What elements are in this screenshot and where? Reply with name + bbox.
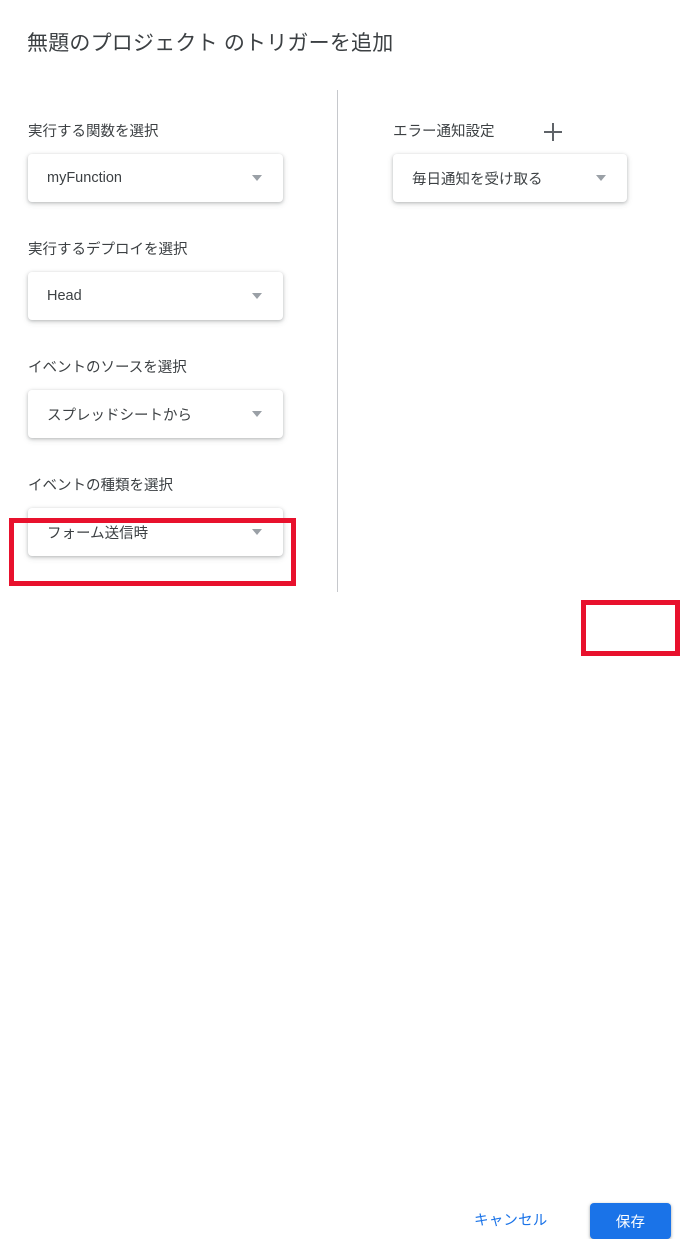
chevron-down-icon[interactable] [243,390,271,438]
dialog-footer: キャンセル 保存 [0,593,699,1239]
field-error-notification: エラー通知設定 毎日通知を受け取る [393,122,627,202]
plus-icon[interactable] [543,122,563,142]
chevron-down-icon[interactable] [243,154,271,202]
select-deployment-value: Head [47,288,82,304]
select-function[interactable]: myFunction [28,154,283,202]
field-label-function: 実行する関数を選択 [28,124,159,140]
chevron-down-icon[interactable] [243,272,271,320]
left-column: 実行する関数を選択 myFunction 実行するデプロイを選択 Head イベ… [0,90,337,593]
save-button[interactable]: 保存 [590,1203,671,1239]
select-event-source[interactable]: スプレッドシートから [28,390,283,438]
select-error-notification[interactable]: 毎日通知を受け取る [393,154,627,202]
select-error-notification-value: 毎日通知を受け取る [412,171,543,188]
dialog-body: 実行する関数を選択 myFunction 実行するデプロイを選択 Head イベ… [0,90,699,593]
error-notification-label-row: エラー通知設定 [393,122,627,142]
field-label-error-notification: エラー通知設定 [393,124,495,140]
field-label-event-source: イベントのソースを選択 [28,360,187,376]
select-function-value: myFunction [47,170,122,186]
field-label-deployment: 実行するデプロイを選択 [28,242,188,258]
field-event-source-select: イベントのソースを選択 スプレッドシートから [28,358,283,438]
select-event-type[interactable]: フォーム送信時 [28,508,283,556]
page-title: 無題のプロジェクト のトリガーを追加 [27,32,394,55]
field-deployment-select: 実行するデプロイを選択 Head [28,240,283,320]
field-event-type-select: イベントの種類を選択 フォーム送信時 [28,476,283,556]
select-event-type-value: フォーム送信時 [47,525,149,542]
select-deployment[interactable]: Head [28,272,283,320]
cancel-button[interactable]: キャンセル [474,1209,548,1230]
select-event-source-value: スプレッドシートから [47,407,192,424]
right-column: エラー通知設定 毎日通知を受け取る [338,90,699,593]
chevron-down-icon[interactable] [243,508,271,556]
field-label-event-type: イベントの種類を選択 [28,478,173,494]
field-function-select: 実行する関数を選択 myFunction [28,122,283,202]
chevron-down-icon[interactable] [587,154,615,202]
